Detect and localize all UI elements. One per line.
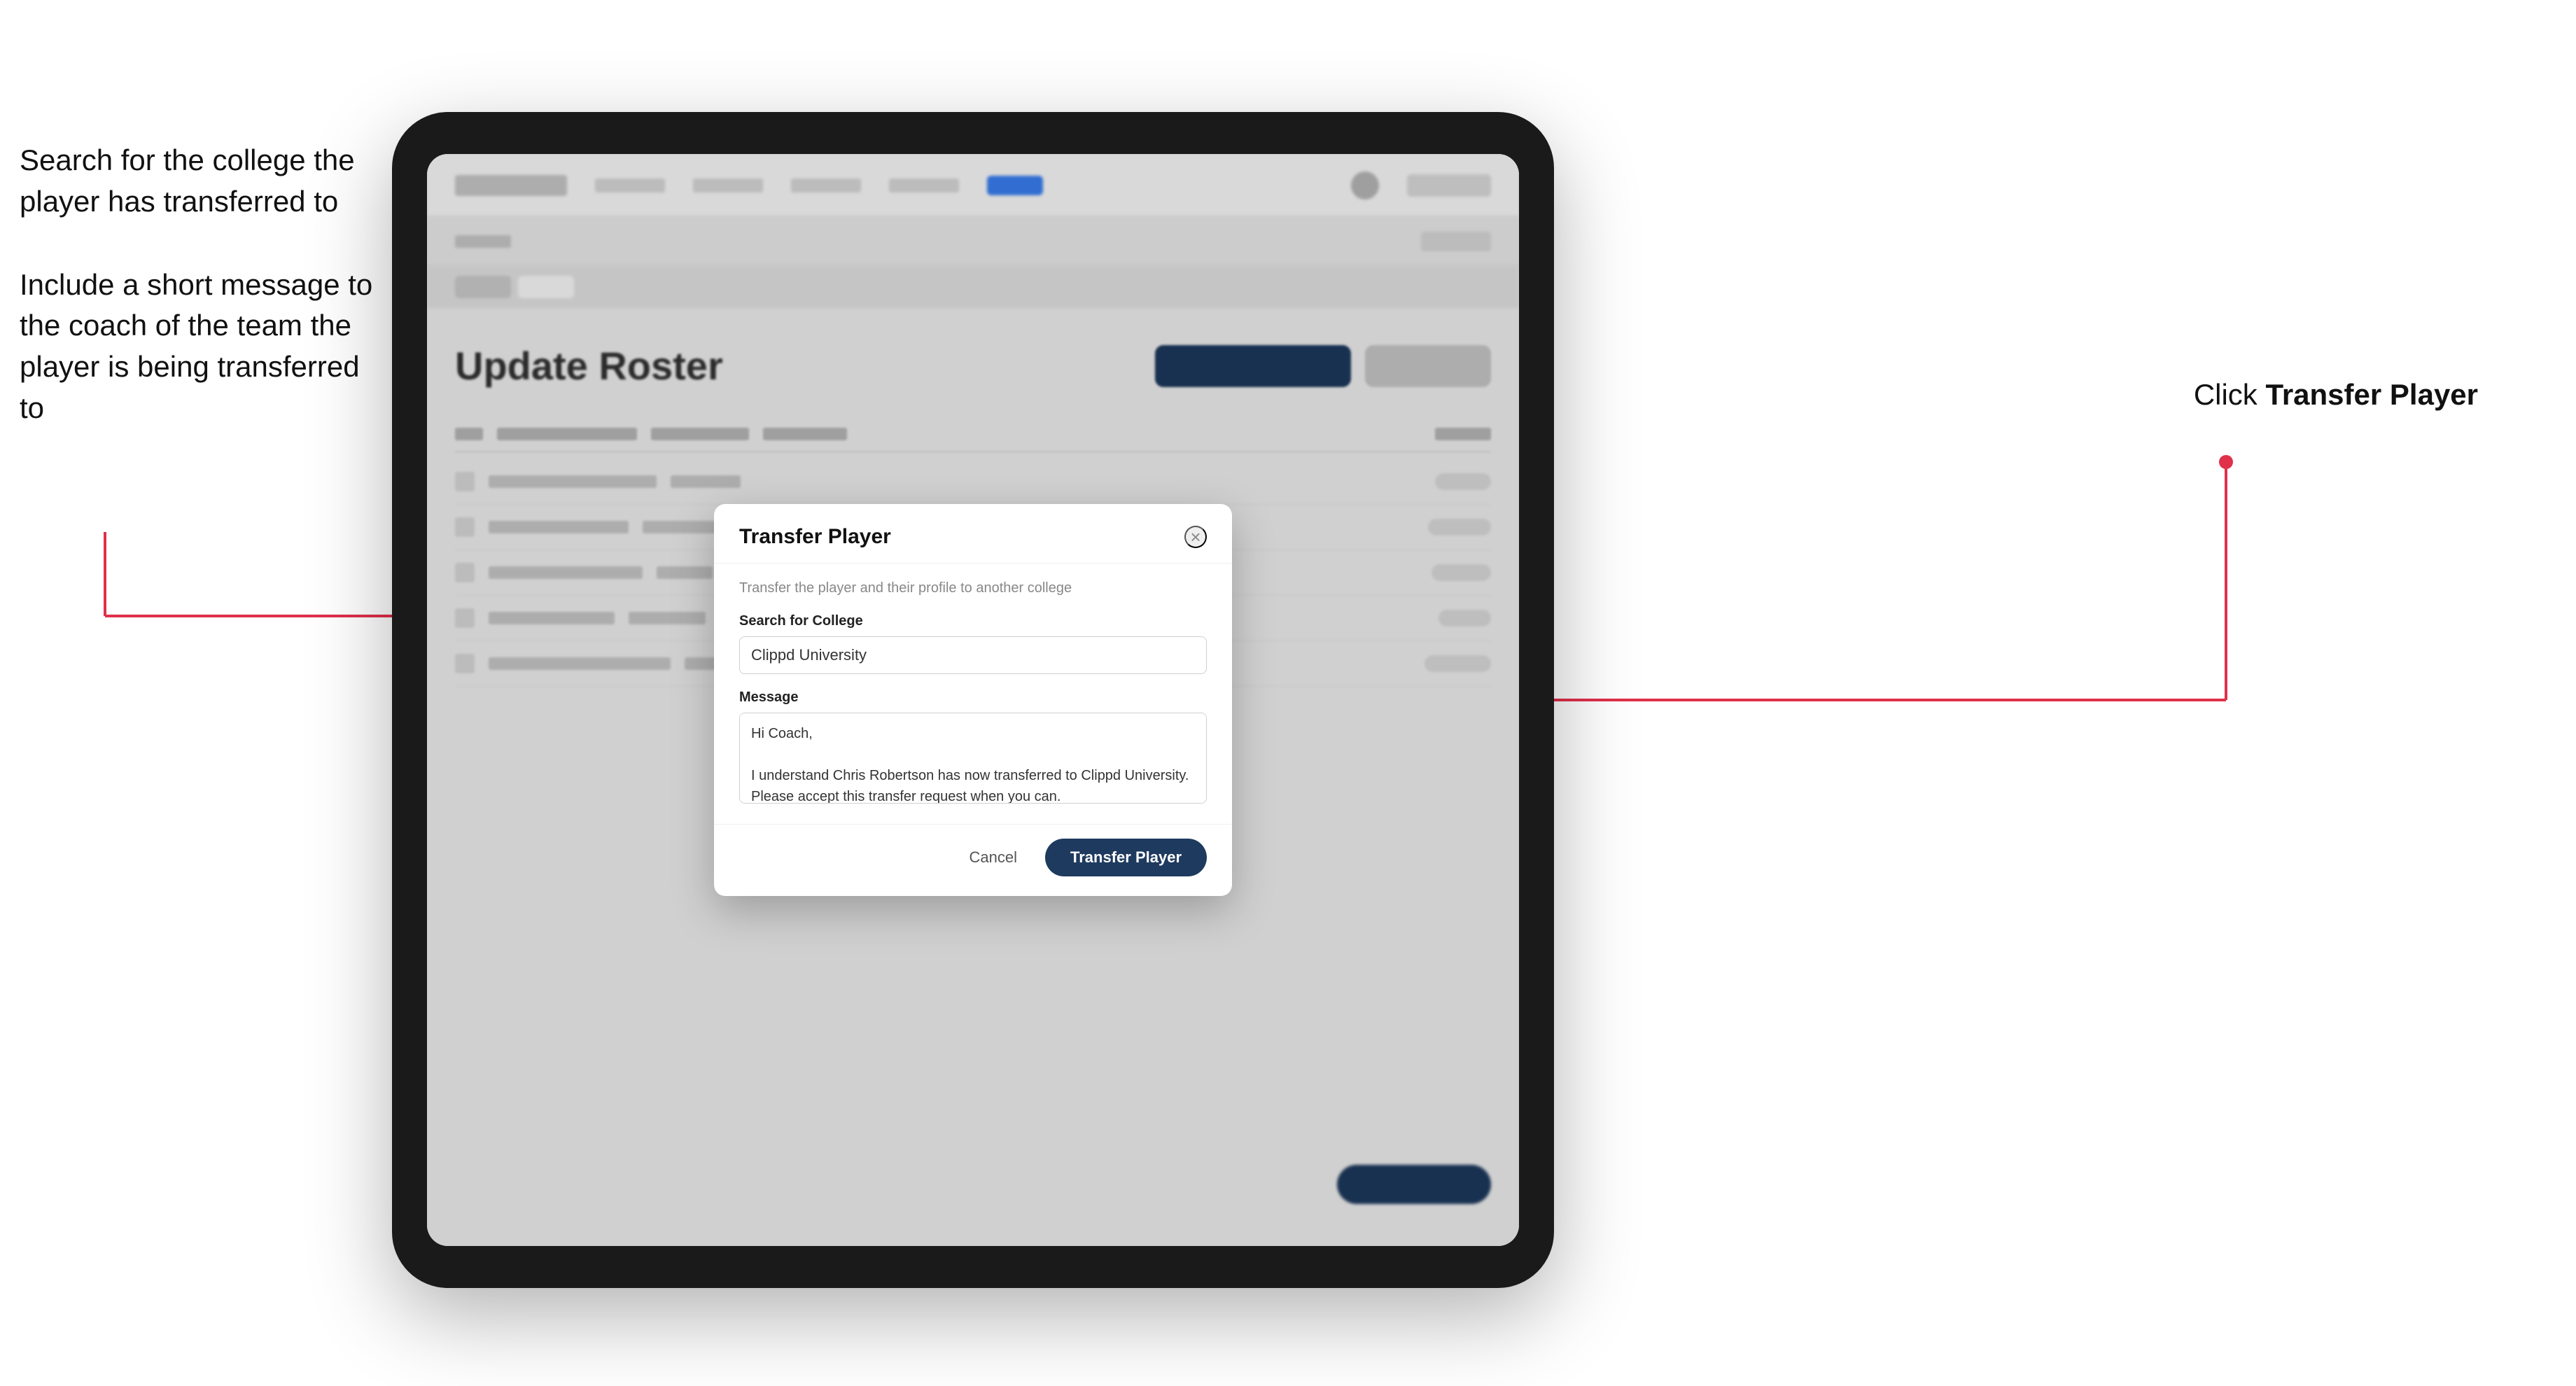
modal-close-button[interactable]: ×	[1184, 526, 1207, 548]
search-college-label: Search for College	[739, 613, 1207, 629]
modal-header: Transfer Player ×	[714, 504, 1232, 564]
annotation-text-2: Include a short message to the coach of …	[20, 265, 384, 429]
app-background: Update Roster	[427, 154, 1519, 1246]
message-label: Message	[739, 690, 1207, 706]
cancel-button[interactable]: Cancel	[955, 841, 1031, 874]
tablet-device: Update Roster	[392, 112, 1554, 1288]
annotation-right: Click Transfer Player	[2194, 378, 2478, 412]
tablet-screen: Update Roster	[427, 154, 1519, 1246]
modal-footer: Cancel Transfer Player	[714, 824, 1232, 896]
modal-overlay: Transfer Player × Transfer the player an…	[427, 154, 1519, 1246]
modal-body: Transfer the player and their profile to…	[714, 564, 1232, 824]
modal-subtitle: Transfer the player and their profile to…	[739, 580, 1207, 596]
annotation-left: Search for the college the player has tr…	[20, 140, 384, 471]
modal-title: Transfer Player	[739, 525, 891, 549]
message-textarea[interactable]: Hi Coach, I understand Chris Robertson h…	[739, 713, 1207, 804]
annotation-right-text: Click Transfer Player	[2194, 378, 2478, 412]
transfer-player-button[interactable]: Transfer Player	[1045, 839, 1207, 876]
search-college-input[interactable]	[739, 636, 1207, 674]
transfer-player-modal: Transfer Player × Transfer the player an…	[714, 504, 1232, 896]
annotation-text-1: Search for the college the player has tr…	[20, 140, 384, 223]
